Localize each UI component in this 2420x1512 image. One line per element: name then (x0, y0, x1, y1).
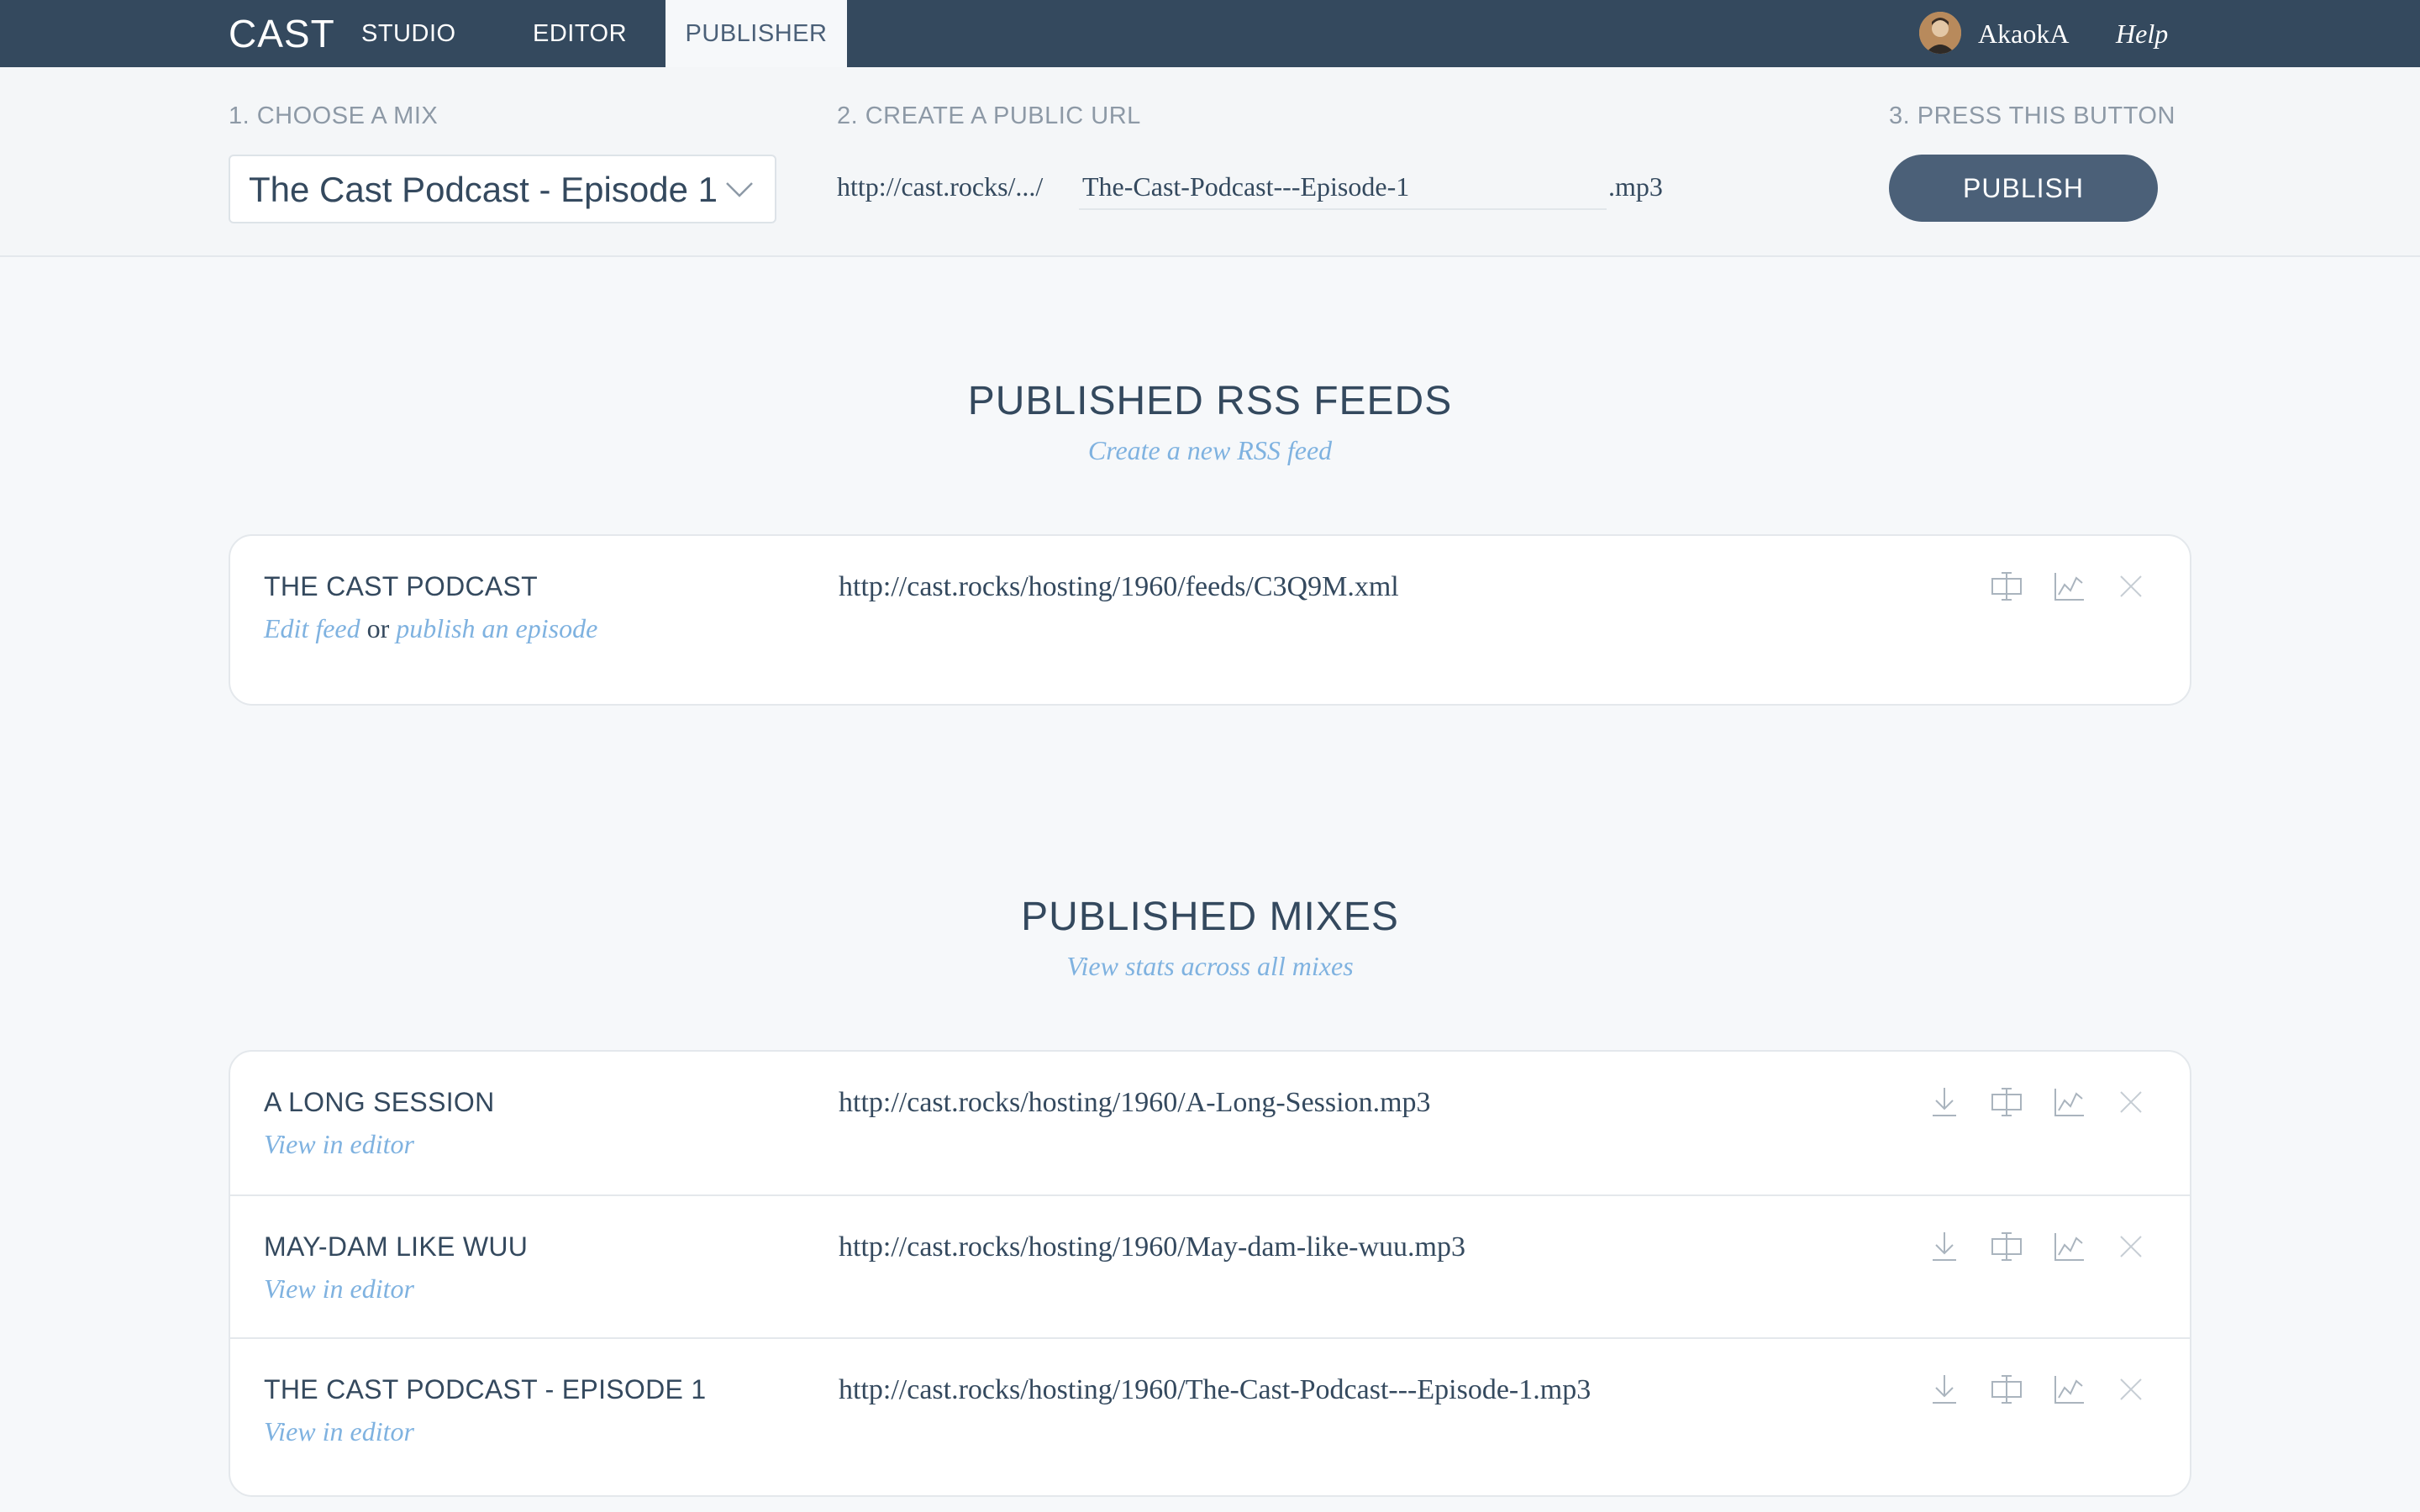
tab-publisher[interactable]: PUBLISHER (666, 0, 847, 67)
mix-select-value: The Cast Podcast - Episode 1 (249, 170, 718, 209)
feed-actions: Edit feed or publish an episode (264, 613, 597, 644)
view-in-editor-link[interactable]: View in editor (264, 1273, 414, 1304)
view-in-editor-link[interactable]: View in editor (264, 1129, 414, 1159)
publish-button[interactable]: PUBLISH (1889, 155, 2158, 222)
embed-icon[interactable] (1988, 568, 2025, 605)
mix-url[interactable]: http://cast.rocks/hosting/1960/May-dam-l… (839, 1231, 1465, 1263)
chevron-down-icon (724, 176, 755, 202)
download-icon[interactable] (1926, 1371, 1963, 1408)
url-slug-input[interactable] (1079, 165, 1607, 210)
mix-row: MAY-DAM LIKE WUU View in editor http://c… (230, 1194, 2190, 1339)
view-all-stats-link[interactable]: View stats across all mixes (0, 951, 2420, 982)
mix-row: THE CAST PODCAST - EPISODE 1 View in edi… (230, 1337, 2190, 1482)
url-suffix: .mp3 (1608, 171, 1663, 202)
help-link[interactable]: Help (2116, 0, 2168, 67)
delete-icon[interactable] (2112, 1084, 2149, 1121)
top-nav: CAST STUDIO EDITOR PUBLISHER AkaokA Help (0, 0, 2420, 67)
mixes-card: A LONG SESSION View in editor http://cas… (229, 1050, 2191, 1497)
mix-url[interactable]: http://cast.rocks/hosting/1960/The-Cast-… (839, 1374, 1591, 1406)
mix-name: A LONG SESSION (264, 1087, 495, 1117)
rss-section-title: PUBLISHED RSS FEEDS (967, 379, 1453, 423)
mix-name: MAY-DAM LIKE WUU (264, 1231, 529, 1262)
url-prefix: http://cast.rocks/.../ (837, 171, 1044, 202)
step1-label: 1. CHOOSE A MIX (229, 102, 439, 129)
embed-icon[interactable] (1988, 1084, 2025, 1121)
tab-editor[interactable]: EDITOR (533, 0, 627, 67)
mix-select[interactable]: The Cast Podcast - Episode 1 (229, 155, 776, 223)
publish-episode-link[interactable]: publish an episode (396, 613, 597, 643)
step2-label: 2. CREATE A PUBLIC URL (837, 102, 1141, 129)
mix-row: A LONG SESSION View in editor http://cas… (230, 1052, 2190, 1194)
mixes-section-title: PUBLISHED MIXES (1021, 895, 1399, 939)
stats-icon[interactable] (2050, 1371, 2087, 1408)
download-icon[interactable] (1926, 1228, 1963, 1265)
edit-feed-link[interactable]: Edit feed (264, 613, 360, 643)
embed-icon[interactable] (1988, 1228, 2025, 1265)
delete-icon[interactable] (2112, 1228, 2149, 1265)
create-rss-feed-link[interactable]: Create a new RSS feed (0, 435, 2420, 466)
step3-label: 3. PRESS THIS BUTTON (1889, 102, 2175, 129)
embed-icon[interactable] (1988, 1371, 2025, 1408)
avatar-image (1919, 12, 1961, 54)
mix-actions: View in editor (264, 1273, 414, 1305)
username[interactable]: AkaokA (1978, 0, 2069, 67)
cast-logo[interactable]: CAST (229, 0, 335, 67)
stats-icon[interactable] (2050, 1228, 2087, 1265)
mix-actions: View in editor (264, 1129, 414, 1160)
stats-icon[interactable] (2050, 568, 2087, 605)
delete-icon[interactable] (2112, 1371, 2149, 1408)
feed-row: THE CAST PODCAST Edit feed or publish an… (230, 536, 2190, 704)
download-icon[interactable] (1926, 1084, 1963, 1121)
mix-url[interactable]: http://cast.rocks/hosting/1960/A-Long-Se… (839, 1087, 1431, 1119)
view-in-editor-link[interactable]: View in editor (264, 1416, 414, 1446)
stats-icon[interactable] (2050, 1084, 2087, 1121)
rss-feeds-card: THE CAST PODCAST Edit feed or publish an… (229, 534, 2191, 706)
user-avatar[interactable] (1919, 12, 1961, 54)
feed-url[interactable]: http://cast.rocks/hosting/1960/feeds/C3Q… (839, 571, 1399, 603)
mix-name: THE CAST PODCAST - EPISODE 1 (264, 1374, 707, 1404)
tab-studio[interactable]: STUDIO (361, 0, 456, 67)
delete-icon[interactable] (2112, 568, 2149, 605)
or-text: or (366, 613, 390, 643)
mix-actions: View in editor (264, 1416, 414, 1447)
feed-name: THE CAST PODCAST (264, 571, 539, 601)
